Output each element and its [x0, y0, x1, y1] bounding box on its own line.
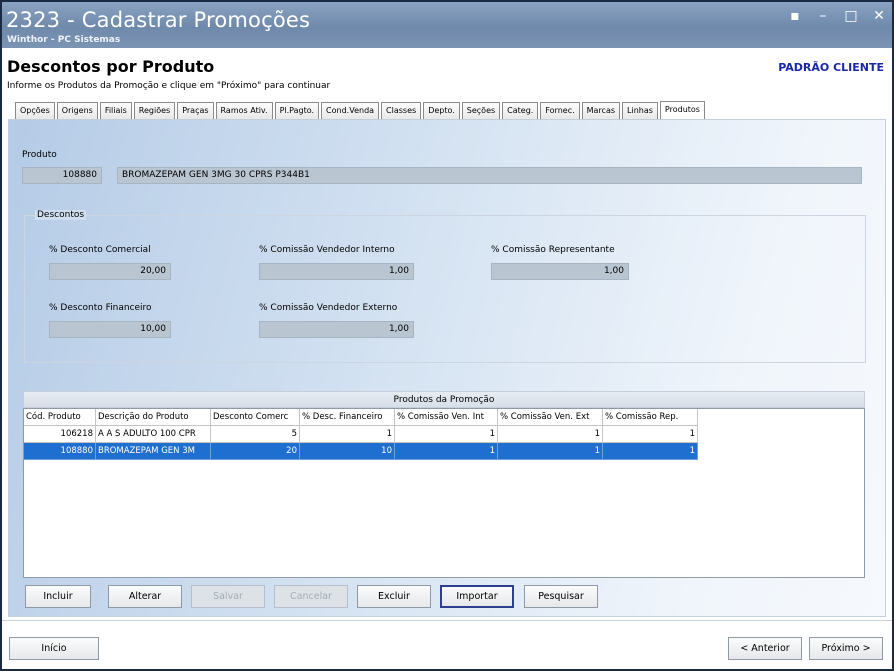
grid-title: Produtos da Promoção	[23, 391, 865, 408]
footer-bar: Início < Anterior Próximo >	[2, 620, 892, 669]
restore-icon[interactable]: ▪	[788, 8, 802, 24]
tab-depto[interactable]: Depto.	[423, 102, 460, 119]
tab-cond-venda[interactable]: Cond.Venda	[321, 102, 380, 119]
produto-descricao-field: BROMAZEPAM GEN 3MG 30 CPRS P344B1	[117, 167, 862, 184]
tab-marcas[interactable]: Marcas	[581, 102, 621, 119]
descontos-group	[24, 215, 866, 363]
tab-pl-pagto[interactable]: Pl.Pagto.	[274, 102, 320, 119]
tab-secoes[interactable]: Seções	[461, 102, 501, 119]
cell-comissao-ext: 1	[498, 443, 603, 460]
tab-categ[interactable]: Categ.	[502, 102, 539, 119]
tab-produtos[interactable]: Produtos	[659, 101, 705, 119]
com-externo-label: % Comissão Vendedor Externo	[259, 303, 398, 313]
main-panel: Produto 108880 BROMAZEPAM GEN 3MG 30 CPR…	[8, 119, 886, 617]
produtos-grid[interactable]: Cód. Produto Descrição do Produto Descon…	[23, 408, 865, 578]
tab-ramos-ativ[interactable]: Ramos Ativ.	[215, 102, 273, 119]
padrao-cliente-badge: PADRÃO CLIENTE	[778, 61, 884, 74]
com-interno-label: % Comissão Vendedor Interno	[259, 245, 395, 255]
descontos-group-label: Descontos	[35, 210, 87, 220]
cell-desc-financeiro: 1	[300, 426, 395, 443]
cell-desconto-comercial: 20	[211, 443, 300, 460]
table-row-selected[interactable]: 108880 BROMAZEPAM GEN 3M 20 10 1 1 1	[24, 443, 698, 460]
com-rep-field[interactable]: 1,00	[491, 263, 629, 280]
cell-comissao-rep: 1	[603, 426, 698, 443]
col-desc-financeiro[interactable]: % Desc. Financeiro	[300, 409, 395, 426]
com-rep-label: % Comissão Representante	[491, 245, 615, 255]
cancelar-button[interactable]: Cancelar	[274, 585, 348, 608]
window-subtitle: Winthor - PC Sistemas	[7, 35, 121, 45]
desc-comercial-field[interactable]: 20,00	[49, 263, 171, 280]
col-cod-produto[interactable]: Cód. Produto	[24, 409, 96, 426]
page-header: Descontos por Produto Informe os Produto…	[2, 48, 892, 119]
inicio-button[interactable]: Início	[9, 637, 99, 660]
excluir-button[interactable]: Excluir	[357, 585, 431, 608]
importar-button[interactable]: Importar	[440, 585, 514, 608]
col-comissao-int[interactable]: % Comissão Ven. Int	[395, 409, 498, 426]
title-bar: 2323 - Cadastrar Promoções Winthor - PC …	[2, 2, 892, 48]
cell-comissao-int: 1	[395, 443, 498, 460]
tab-opcoes[interactable]: Opções	[15, 102, 55, 119]
anterior-button[interactable]: < Anterior	[728, 637, 802, 660]
incluir-button[interactable]: Incluir	[25, 585, 91, 608]
alterar-button[interactable]: Alterar	[108, 585, 182, 608]
desc-comercial-label: % Desconto Comercial	[49, 245, 151, 255]
table-row[interactable]: 106218 A A S ADULTO 100 CPR 5 1 1 1 1	[24, 426, 698, 443]
tab-strip: Opções Origens Filiais Regiões Praças Ra…	[15, 101, 707, 119]
tab-filiais[interactable]: Filiais	[99, 102, 132, 119]
salvar-button[interactable]: Salvar	[191, 585, 265, 608]
cell-descricao: A A S ADULTO 100 CPR	[96, 426, 211, 443]
window-title: 2323 - Cadastrar Promoções	[6, 8, 311, 32]
cell-desc-financeiro: 10	[300, 443, 395, 460]
tab-regioes[interactable]: Regiões	[133, 102, 176, 119]
pesquisar-button[interactable]: Pesquisar	[524, 585, 598, 608]
tab-origens[interactable]: Origens	[56, 102, 98, 119]
grid-header: Cód. Produto Descrição do Produto Descon…	[24, 409, 698, 426]
cell-comissao-ext: 1	[498, 426, 603, 443]
com-interno-field[interactable]: 1,00	[259, 263, 414, 280]
window-controls: ▪ – □ ✕	[788, 8, 886, 24]
minimize-icon[interactable]: –	[816, 8, 830, 24]
app-window: 2323 - Cadastrar Promoções Winthor - PC …	[0, 0, 894, 671]
cell-descricao: BROMAZEPAM GEN 3M	[96, 443, 211, 460]
produto-label: Produto	[22, 150, 57, 160]
maximize-icon[interactable]: □	[844, 8, 858, 24]
col-descricao[interactable]: Descrição do Produto	[96, 409, 211, 426]
cell-cod-produto: 108880	[24, 443, 96, 460]
cell-cod-produto: 106218	[24, 426, 96, 443]
col-desconto-comercial[interactable]: Desconto Comerc	[211, 409, 300, 426]
cell-desconto-comercial: 5	[211, 426, 300, 443]
desc-financeiro-label: % Desconto Financeiro	[49, 303, 152, 313]
col-comissao-rep[interactable]: % Comissão Rep.	[603, 409, 698, 426]
cell-comissao-int: 1	[395, 426, 498, 443]
close-icon[interactable]: ✕	[872, 8, 886, 24]
produto-codigo-field[interactable]: 108880	[22, 167, 102, 184]
col-comissao-ext[interactable]: % Comissão Ven. Ext	[498, 409, 603, 426]
tab-fornec[interactable]: Fornec.	[540, 102, 580, 119]
tab-pracas[interactable]: Praças	[177, 102, 214, 119]
com-externo-field[interactable]: 1,00	[259, 321, 414, 338]
page-instruction: Informe os Produtos da Promoção e clique…	[7, 81, 331, 91]
page-title: Descontos por Produto	[7, 57, 215, 76]
desc-financeiro-field[interactable]: 10,00	[49, 321, 171, 338]
tab-linhas[interactable]: Linhas	[622, 102, 658, 119]
tab-classes[interactable]: Classes	[381, 102, 422, 119]
cell-comissao-rep: 1	[603, 443, 698, 460]
proximo-button[interactable]: Próximo >	[809, 637, 883, 660]
